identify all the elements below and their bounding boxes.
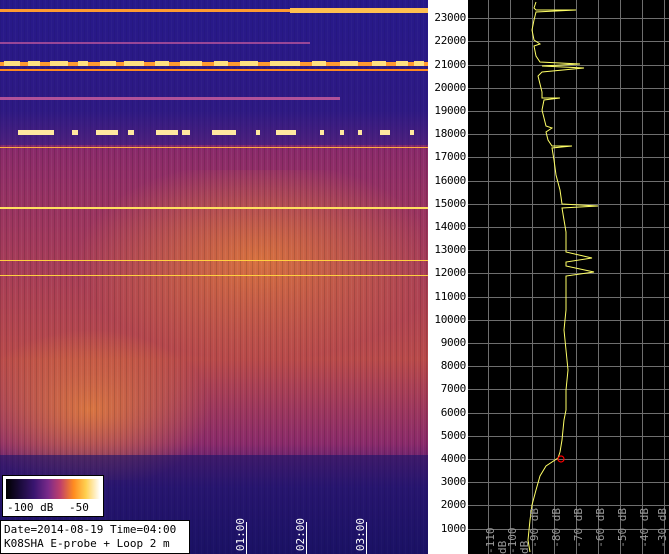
freq-tick-label: 4000 xyxy=(440,452,467,465)
freq-tick-label: 17000 xyxy=(434,150,466,163)
freq-tick-label: 11000 xyxy=(434,290,466,303)
spectrum-trace xyxy=(527,1,599,553)
freq-tick-label: 16000 xyxy=(434,174,466,187)
db-tick-label: -60 dB xyxy=(594,508,607,548)
freq-tick-label: 15000 xyxy=(434,197,466,210)
db-tick-label: -40 dB xyxy=(638,508,651,548)
spectrum-grid xyxy=(468,0,669,554)
recording-info: Date=2014-08-19 Time=04:00 K08SHA E-prob… xyxy=(0,520,190,554)
freq-tick-label: 12000 xyxy=(434,266,466,279)
freq-tick-label: 20000 xyxy=(434,81,466,94)
spectrogram-image xyxy=(0,0,428,554)
freq-tick-label: 1000 xyxy=(440,522,467,535)
db-tick-label: -80 dB xyxy=(550,508,563,548)
freq-tick-label: 14000 xyxy=(434,220,466,233)
time-label-3: 03:00 xyxy=(354,518,367,552)
db-tick-label: -50 dB xyxy=(616,508,629,548)
freq-tick-label: 2000 xyxy=(440,498,467,511)
db-tick-label: -90 dB xyxy=(528,508,541,548)
freq-tick-label: 10000 xyxy=(434,313,466,326)
db-tick-label: -30 dB xyxy=(656,508,669,548)
freq-tick-label: 13000 xyxy=(434,243,466,256)
spectrum-plot xyxy=(468,0,669,554)
spectrum-panel: -110 dB -100 dB -90 dB -80 dB -70 dB -60… xyxy=(468,0,669,554)
colorbar-legend: -100 dB -50 xyxy=(2,475,104,517)
freq-tick-label: 5000 xyxy=(440,429,467,442)
freq-tick-label: 9000 xyxy=(440,336,467,349)
colorbar-max-label: -50 xyxy=(69,501,89,514)
freq-tick-label: 7000 xyxy=(440,382,467,395)
colorbar-min-label: -100 dB xyxy=(7,501,54,514)
station-text: K08SHA E-probe + Loop 2 m xyxy=(4,537,170,550)
freq-tick-label: 21000 xyxy=(434,58,466,71)
freq-tick-label: 3000 xyxy=(440,475,467,488)
freq-tick-label: 23000 xyxy=(434,11,466,24)
frequency-axis: 23000 22000 21000 20000 19000 18000 1700… xyxy=(428,0,468,554)
date-time-text: Date=2014-08-19 Time=04:00 xyxy=(4,523,177,536)
db-tick-label: -70 dB xyxy=(572,508,585,548)
time-label-2: 02:00 xyxy=(294,518,307,552)
time-label-1: 01:00 xyxy=(234,518,247,552)
freq-tick-label: 6000 xyxy=(440,406,467,419)
spectrogram-panel: -100 dB -50 Date=2014-08-19 Time=04:00 K… xyxy=(0,0,428,554)
colorbar-gradient xyxy=(6,479,100,499)
freq-tick-label: 8000 xyxy=(440,359,467,372)
freq-tick-label: 19000 xyxy=(434,104,466,117)
freq-tick-label: 22000 xyxy=(434,34,466,47)
freq-tick-label: 18000 xyxy=(434,127,466,140)
